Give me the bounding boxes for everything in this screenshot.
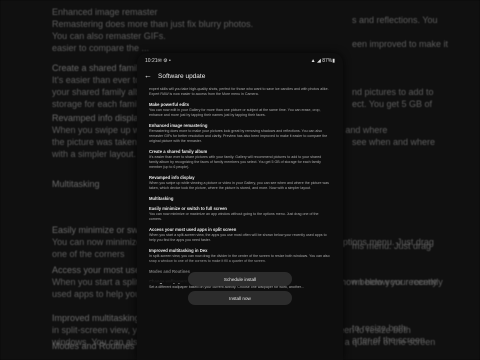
- section-title: Make powerful edits: [149, 102, 190, 107]
- page-title: Software update: [158, 72, 206, 80]
- section-title: Access your most used apps in split scre…: [149, 227, 237, 232]
- section-title: Revamped info display: [149, 175, 195, 180]
- section-text: Remastering does more to make your pictu…: [149, 129, 328, 143]
- section-title: Easily minimize or switch to full screen: [149, 206, 227, 211]
- install-now-button[interactable]: Install now: [188, 291, 292, 305]
- section-text: It's easier than ever to share pictures …: [149, 155, 322, 169]
- status-notification-icons: ✉ ⚙ •: [157, 58, 171, 64]
- phone-screen: 10:21 ✉ ⚙ • ▲ ◢ 87%▮ ← Software update e…: [137, 53, 343, 360]
- section-title: Multitasking: [149, 196, 174, 201]
- section-title: Create a shared family album: [149, 149, 208, 154]
- section-text: You can now edit in your Gallery for mor…: [149, 108, 321, 117]
- section-text: When you swipe up while viewing a pictur…: [149, 181, 329, 190]
- status-right: ▲ ◢ 87%▮: [310, 58, 335, 64]
- section-title: Enhanced image remastering: [149, 123, 208, 128]
- schedule-install-button[interactable]: Schedule install: [188, 272, 292, 286]
- section-title: Improved multitasking in Dex: [149, 248, 208, 253]
- status-bar: 10:21 ✉ ⚙ • ▲ ◢ 87%▮: [137, 53, 343, 69]
- intro-text: expert skills will you take high-quality…: [149, 87, 329, 96]
- app-bar: ← Software update: [137, 69, 343, 83]
- section-text: When you start a split-screen view, the …: [149, 233, 327, 242]
- status-time: 10:21: [145, 58, 158, 64]
- back-arrow-icon[interactable]: ←: [144, 72, 152, 80]
- section-text: You can now minimize or maximize an app …: [149, 212, 319, 221]
